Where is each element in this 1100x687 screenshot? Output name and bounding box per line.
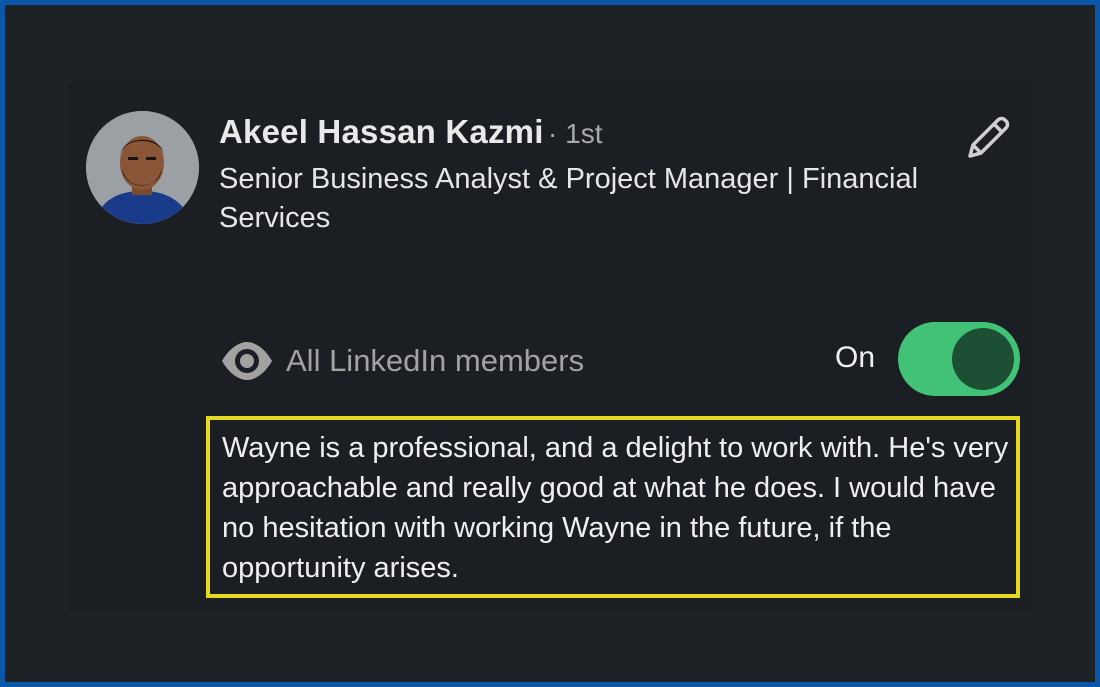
name-row: Akeel Hassan Kazmi · 1st: [219, 113, 603, 151]
connection-degree: · 1st: [548, 118, 603, 149]
eye-icon: [222, 342, 272, 380]
member-headline: Senior Business Analyst & Project Manage…: [219, 163, 919, 234]
avatar[interactable]: [86, 111, 199, 224]
edit-icon[interactable]: [958, 112, 1014, 168]
visibility-setting: All LinkedIn members: [220, 336, 584, 386]
recommendation-highlight: Wayne is a professional, and a delight t…: [206, 416, 1020, 598]
member-name[interactable]: Akeel Hassan Kazmi: [219, 113, 544, 150]
toggle-state-label: On: [835, 341, 876, 374]
profile-photo: [86, 111, 199, 224]
visibility-toggle[interactable]: [898, 322, 1020, 396]
visibility-label: All LinkedIn members: [286, 343, 585, 378]
recommendation-text: Wayne is a professional, and a delight t…: [222, 432, 1009, 584]
toggle-knob[interactable]: [952, 328, 1014, 390]
